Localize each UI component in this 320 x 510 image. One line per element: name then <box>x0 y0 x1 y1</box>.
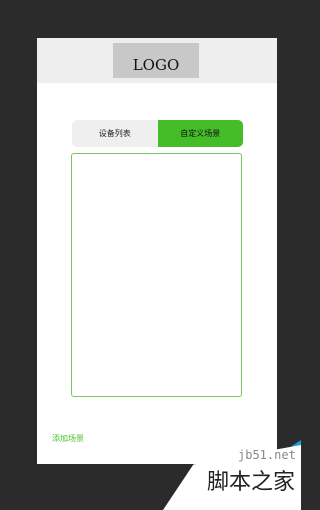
app-screen: LOGO 设备列表 自定义场景 添加场景 <box>37 38 277 464</box>
tab-device-list[interactable]: 设备列表 <box>72 120 158 147</box>
segmented-tabs: 设备列表 自定义场景 <box>72 120 243 147</box>
logo: LOGO <box>113 43 199 78</box>
tab-custom-scene[interactable]: 自定义场景 <box>157 120 243 147</box>
header-bar: LOGO <box>37 38 277 83</box>
watermark-name: 脚本之家 <box>207 470 296 495</box>
scene-list-panel <box>71 153 242 397</box>
watermark-site: jb51.net <box>238 448 296 462</box>
add-scene-link[interactable]: 添加场景 <box>52 433 84 444</box>
